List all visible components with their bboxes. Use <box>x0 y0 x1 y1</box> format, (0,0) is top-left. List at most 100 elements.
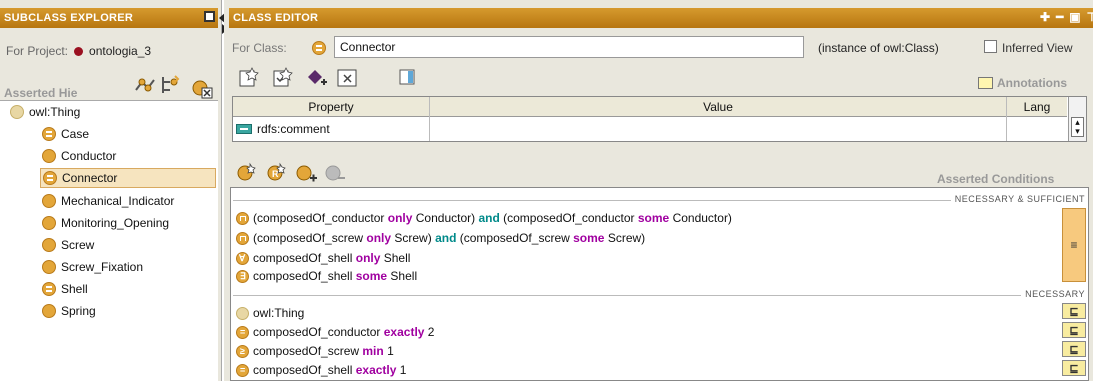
class-editor-title: CLASS EDITOR <box>233 12 319 24</box>
tree-item-owl-thing[interactable]: owl:Thing <box>10 102 80 122</box>
float-icon[interactable]: ▣ <box>1069 10 1080 24</box>
annotation-property: rdfs:comment <box>257 122 330 136</box>
header-lang[interactable]: Lang <box>1007 100 1067 114</box>
nec-suff-label: NECESSARY & SUFFICIENT <box>950 194 1085 204</box>
subclass-badge[interactable]: ⊑ <box>1062 360 1086 376</box>
tree-item-label: Case <box>61 127 90 141</box>
instance-of-label: (instance of owl:Class) <box>818 41 939 55</box>
condition-row[interactable]: = composedOf_conductor exactly 2 <box>236 323 434 341</box>
create-restriction-icon[interactable] <box>236 162 258 182</box>
tree-item-mechanical-indicator[interactable]: Mechanical_Indicator <box>42 191 174 211</box>
create-expression-icon[interactable]: R <box>266 162 288 182</box>
equivalent-icon: ≡ <box>1070 238 1078 252</box>
subset-icon: ⊑ <box>1069 343 1079 356</box>
for-class-label: For Class: <box>232 41 287 55</box>
condition-row[interactable]: = composedOf_shell exactly 1 <box>236 361 406 379</box>
class-name-field[interactable]: Connector <box>334 36 804 58</box>
intersection-icon <box>236 231 249 245</box>
header-property[interactable]: Property <box>233 100 429 114</box>
condition-row[interactable]: (composedOf_conductor only Conductor) an… <box>236 209 732 227</box>
titlebar-controls: ✚ ━ ▣ ⊤ <box>1040 10 1093 24</box>
tree-item-label: Shell <box>61 282 88 296</box>
class-editor-titlebar: CLASS EDITOR <box>229 8 1093 28</box>
condition-text: owl:Thing <box>253 306 305 320</box>
asserted-hierarchy-label: Asserted Hie <box>4 86 78 100</box>
tree-item-case[interactable]: Case <box>42 124 89 144</box>
view-panel-icon[interactable] <box>398 68 416 86</box>
minimize-icon[interactable]: ━ <box>1056 10 1063 24</box>
header-value[interactable]: Value <box>430 100 1006 114</box>
add-named-class-icon[interactable] <box>296 164 318 184</box>
tree-item-conductor[interactable]: Conductor <box>42 146 116 166</box>
scroll-stepper-icon[interactable]: ▴ ▾ <box>1071 117 1084 137</box>
subclass-badge[interactable]: ⊑ <box>1062 341 1086 357</box>
equivalent-class-badge[interactable]: ≡ <box>1062 208 1086 282</box>
subclass-explorer-titlebar: SUBCLASS EXPLORER <box>0 8 218 28</box>
table-scrollbar[interactable]: ▴ ▾ <box>1068 97 1086 141</box>
condition-row[interactable]: (composedOf_screw only Screw) and (compo… <box>236 229 645 247</box>
condition-row[interactable]: ∃ composedOf_shell some Shell <box>236 267 417 285</box>
add-annotation-value-icon[interactable] <box>272 66 294 88</box>
defined-class-icon <box>312 40 326 55</box>
necessary-label: NECESSARY <box>1021 289 1085 299</box>
tree-item-label: Screw_Fixation <box>61 260 144 274</box>
remove-condition-icon[interactable] <box>324 164 346 184</box>
subclass-badge[interactable]: ⊑ <box>1062 322 1086 338</box>
condition-row[interactable]: owl:Thing <box>236 304 304 322</box>
delete-annotation-icon[interactable] <box>336 66 360 88</box>
defined-class-icon <box>43 171 57 185</box>
tree-item-label: Monitoring_Opening <box>61 216 170 230</box>
asserted-conditions-label: Asserted Conditions <box>937 172 1055 186</box>
annotation-property-icon <box>236 124 252 134</box>
tree-item-monitoring-opening[interactable]: Monitoring_Opening <box>42 213 169 233</box>
class-icon <box>42 194 56 208</box>
class-tree <box>0 100 218 381</box>
add-annotation-icon[interactable] <box>238 66 260 88</box>
note-icon <box>978 77 993 89</box>
tree-item-label: Conductor <box>61 149 117 163</box>
tree-item-label: Mechanical_Indicator <box>61 194 175 208</box>
tree-item-screw-fixation[interactable]: Screw_Fixation <box>42 257 143 277</box>
condition-text: composedOf_shell only Shell <box>253 251 411 265</box>
tree-item-screw[interactable]: Screw <box>42 235 94 255</box>
class-icon <box>10 105 24 119</box>
add-tab-icon[interactable]: ✚ <box>1040 10 1050 24</box>
window-toggle-icon[interactable] <box>204 11 215 22</box>
defined-class-icon <box>42 282 56 296</box>
tree-item-label: owl:Thing <box>29 105 81 119</box>
create-subclass-icon[interactable] <box>134 76 156 96</box>
tree-item-label: Spring <box>61 304 96 318</box>
create-sibling-icon[interactable] <box>160 74 182 96</box>
universal-restriction-icon: ∀ <box>236 251 249 265</box>
condition-text: (composedOf_conductor only Conductor) an… <box>253 211 732 225</box>
min-cardinality-icon: ≥ <box>236 344 249 358</box>
subclass-badge[interactable]: ⊑ <box>1062 303 1086 319</box>
class-icon <box>42 216 56 230</box>
inferred-view-checkbox[interactable] <box>984 40 997 53</box>
intersection-icon <box>236 211 249 225</box>
condition-row[interactable]: ≥ composedOf_screw min 1 <box>236 342 394 360</box>
condition-text: composedOf_shell some Shell <box>253 269 418 283</box>
class-name-value: Connector <box>340 40 396 54</box>
table-row[interactable]: rdfs:comment <box>236 122 330 136</box>
defined-class-icon <box>42 127 56 141</box>
tree-item-spring[interactable]: Spring <box>42 301 96 321</box>
add-property-icon[interactable] <box>306 68 328 90</box>
class-icon <box>236 306 249 320</box>
svg-text:R: R <box>272 169 279 179</box>
necessary-divider <box>233 295 1085 296</box>
subset-icon: ⊑ <box>1069 324 1079 337</box>
annotations-header: Annotations <box>978 76 1067 90</box>
project-row: For Project: ontologia_3 <box>6 44 151 58</box>
cardinality-restriction-icon: = <box>236 325 249 339</box>
for-project-label: For Project: <box>6 44 69 58</box>
condition-row[interactable]: ∀ composedOf_shell only Shell <box>236 249 410 267</box>
tree-item-connector[interactable]: Connector <box>40 168 216 188</box>
class-icon <box>42 238 56 252</box>
tree-item-shell[interactable]: Shell <box>42 279 88 299</box>
subclass-explorer-title: SUBCLASS EXPLORER <box>4 12 134 24</box>
delete-class-icon[interactable] <box>190 78 214 100</box>
pin-icon[interactable]: ⊤ <box>1087 10 1093 24</box>
annotations-label: Annotations <box>997 76 1067 90</box>
condition-text: composedOf_conductor exactly 2 <box>253 325 435 339</box>
